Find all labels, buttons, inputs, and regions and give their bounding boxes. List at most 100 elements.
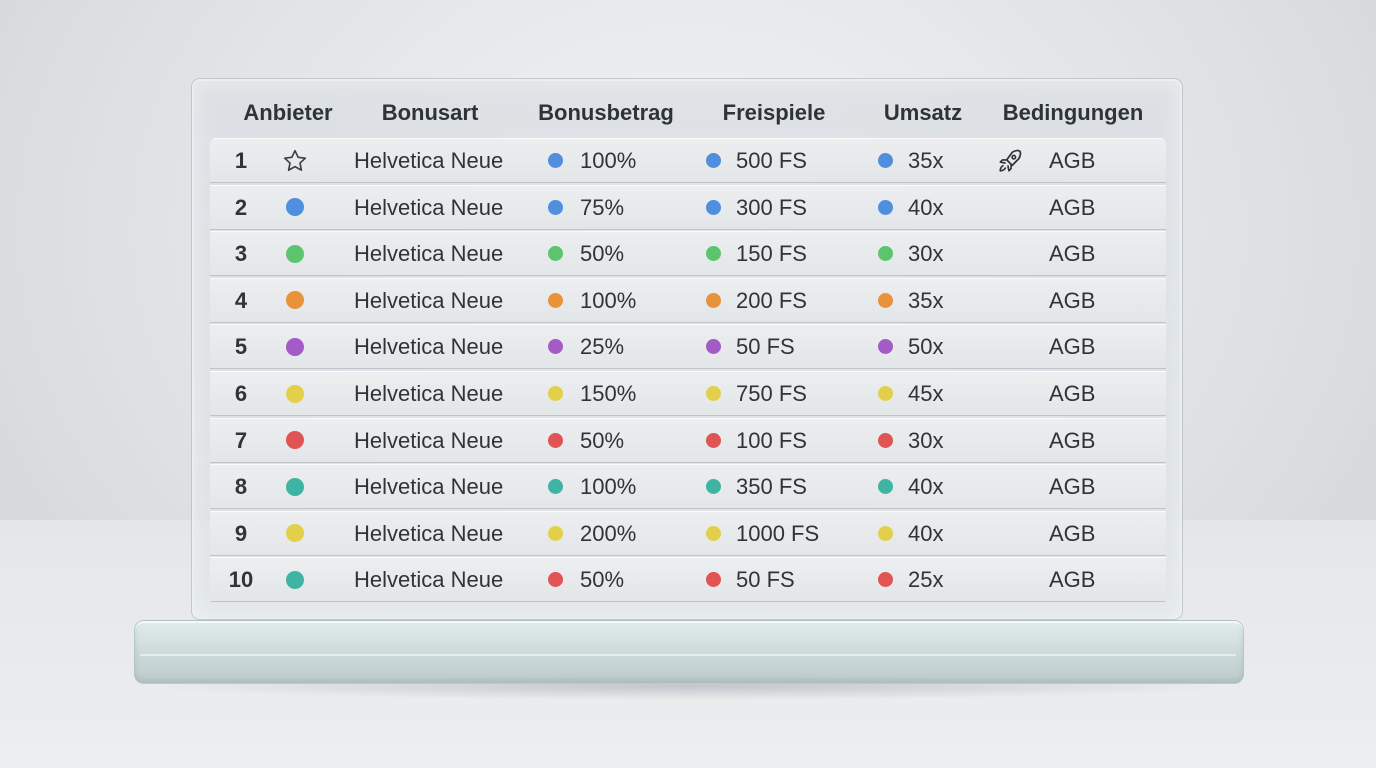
free-spins: 150 FS <box>736 241 807 267</box>
column-header-freispiele[interactable]: Freispiele <box>723 100 826 126</box>
wagering-requirement: 30x <box>908 427 944 453</box>
bonus-color-dot <box>548 479 563 495</box>
bonus-table-body: 1 Helvetica Neue 100% 500 FS 35x AGB 2 Helvetic… <box>210 138 1166 604</box>
bonus-amount: 25% <box>580 334 625 360</box>
spins-color-dot <box>706 292 721 308</box>
rank-number: 1 <box>234 148 248 173</box>
terms-link[interactable]: AGB <box>1049 418 1095 463</box>
bonus-color-dot <box>548 153 563 168</box>
terms-link[interactable]: AGB <box>1049 138 1095 183</box>
bonus-color-dot <box>548 246 563 262</box>
wager-color-dot <box>878 432 893 448</box>
table-row[interactable]: 8 Helvetica Neue 100% 350 FS 40x AGB <box>210 464 1166 510</box>
column-header-umsatz[interactable]: Umsatz <box>884 100 962 126</box>
provider-color-dot <box>286 477 304 496</box>
table-row[interactable]: 1 Helvetica Neue 100% 500 FS 35x AGB <box>210 138 1166 183</box>
provider-name[interactable]: Helvetica Neue <box>354 138 503 183</box>
provider-name[interactable]: Helvetica Neue <box>354 371 503 416</box>
table-row[interactable]: 9 Helvetica Neue 200% 1000 FS 40x AGB <box>210 510 1166 556</box>
wagering-requirement: 35x <box>908 287 944 313</box>
wager-color-dot <box>878 572 893 588</box>
table-row[interactable]: 10 Helvetica Neue 50% 50 FS 25x AGB <box>210 557 1166 603</box>
spins-color-dot <box>706 339 721 355</box>
table-row[interactable]: 4 Helvetica Neue 100% 200 FS 35x AGB <box>210 277 1166 323</box>
column-header-bonusbetrag[interactable]: Bonusbetrag <box>538 100 674 126</box>
table-row[interactable]: 7 Helvetica Neue 50% 100 FS 30x AGB <box>210 417 1166 463</box>
wager-color-dot <box>878 292 893 308</box>
table-row[interactable]: 6 Helvetica Neue 150% 750 FS 45x AGB <box>210 371 1166 416</box>
bonus-color-dot <box>548 292 563 308</box>
free-spins: 350 FS <box>736 474 807 500</box>
spins-color-dot <box>706 572 721 588</box>
wagering-requirement: 35x <box>908 148 944 173</box>
rank-number: 3 <box>234 241 248 267</box>
wager-color-dot <box>878 479 893 495</box>
glass-stand-edge <box>140 654 1236 656</box>
terms-link[interactable]: AGB <box>1049 511 1095 556</box>
provider-name[interactable]: Helvetica Neue <box>354 185 503 230</box>
table-row[interactable]: 3 Helvetica Neue 50% 150 FS 30x AGB <box>210 231 1166 277</box>
provider-color-dot <box>286 244 304 263</box>
free-spins: 50 FS <box>736 334 795 360</box>
table-row[interactable]: 5 Helvetica Neue 25% 50 FS 50x AGB <box>210 324 1166 370</box>
free-spins: 100 FS <box>736 427 807 453</box>
bonus-amount: 100% <box>580 287 637 313</box>
bonus-amount: 100% <box>580 474 637 500</box>
terms-link[interactable]: AGB <box>1049 185 1095 230</box>
terms-link[interactable]: AGB <box>1049 371 1095 416</box>
bonus-amount: 75% <box>580 194 625 220</box>
provider-color-dot <box>286 291 304 310</box>
spins-color-dot <box>706 525 721 541</box>
table-row[interactable]: 2 Helvetica Neue 75% 300 FS 40x AGB <box>210 184 1166 230</box>
wager-color-dot <box>878 246 893 262</box>
provider-name[interactable]: Helvetica Neue <box>354 231 503 276</box>
column-header-bedingungen[interactable]: Bedingungen <box>1003 100 1144 126</box>
provider-name[interactable]: Helvetica Neue <box>354 324 503 369</box>
terms-link[interactable]: AGB <box>1049 557 1095 602</box>
bonus-amount: 200% <box>580 520 637 546</box>
rank-number: 2 <box>234 194 248 220</box>
wager-color-dot <box>878 199 893 215</box>
terms-link[interactable]: AGB <box>1049 231 1095 276</box>
bonus-amount: 50% <box>580 427 625 453</box>
bonus-amount: 50% <box>580 241 625 267</box>
rank-number: 8 <box>234 474 248 500</box>
wagering-requirement: 25x <box>908 567 944 593</box>
provider-color-dot <box>286 337 304 356</box>
spins-color-dot <box>706 479 721 495</box>
wagering-requirement: 40x <box>908 474 944 500</box>
rank-number: 10 <box>228 567 254 593</box>
provider-color-dot <box>286 384 304 403</box>
wager-color-dot <box>878 153 893 168</box>
wager-color-dot <box>878 525 893 541</box>
rank-number: 5 <box>234 334 248 360</box>
provider-color-dot <box>286 431 304 450</box>
bonus-color-dot <box>548 432 563 448</box>
bonus-color-dot <box>548 525 563 541</box>
column-header-bonusart[interactable]: Bonusart <box>382 100 479 126</box>
provider-name[interactable]: Helvetica Neue <box>354 511 503 556</box>
terms-link[interactable]: AGB <box>1049 324 1095 369</box>
terms-link[interactable]: AGB <box>1049 464 1095 509</box>
provider-name[interactable]: Helvetica Neue <box>354 557 503 602</box>
wager-color-dot <box>878 339 893 355</box>
provider-color-dot <box>286 570 304 589</box>
star-icon <box>282 148 308 174</box>
bonus-amount: 150% <box>580 381 637 406</box>
glass-stand-base <box>134 620 1244 684</box>
provider-name[interactable]: Helvetica Neue <box>354 418 503 463</box>
bonus-color-dot <box>548 199 563 215</box>
spins-color-dot <box>706 246 721 262</box>
column-header-anbieter[interactable]: Anbieter <box>243 100 332 126</box>
provider-name[interactable]: Helvetica Neue <box>354 278 503 323</box>
free-spins: 200 FS <box>736 287 807 313</box>
rank-number: 9 <box>234 520 248 546</box>
provider-name[interactable]: Helvetica Neue <box>354 464 503 509</box>
rank-number: 6 <box>234 381 248 406</box>
spins-color-dot <box>706 386 721 401</box>
bonus-amount: 50% <box>580 567 625 593</box>
free-spins: 500 FS <box>736 148 807 173</box>
wagering-requirement: 50x <box>908 334 944 360</box>
terms-link[interactable]: AGB <box>1049 278 1095 323</box>
bonus-color-dot <box>548 572 563 588</box>
